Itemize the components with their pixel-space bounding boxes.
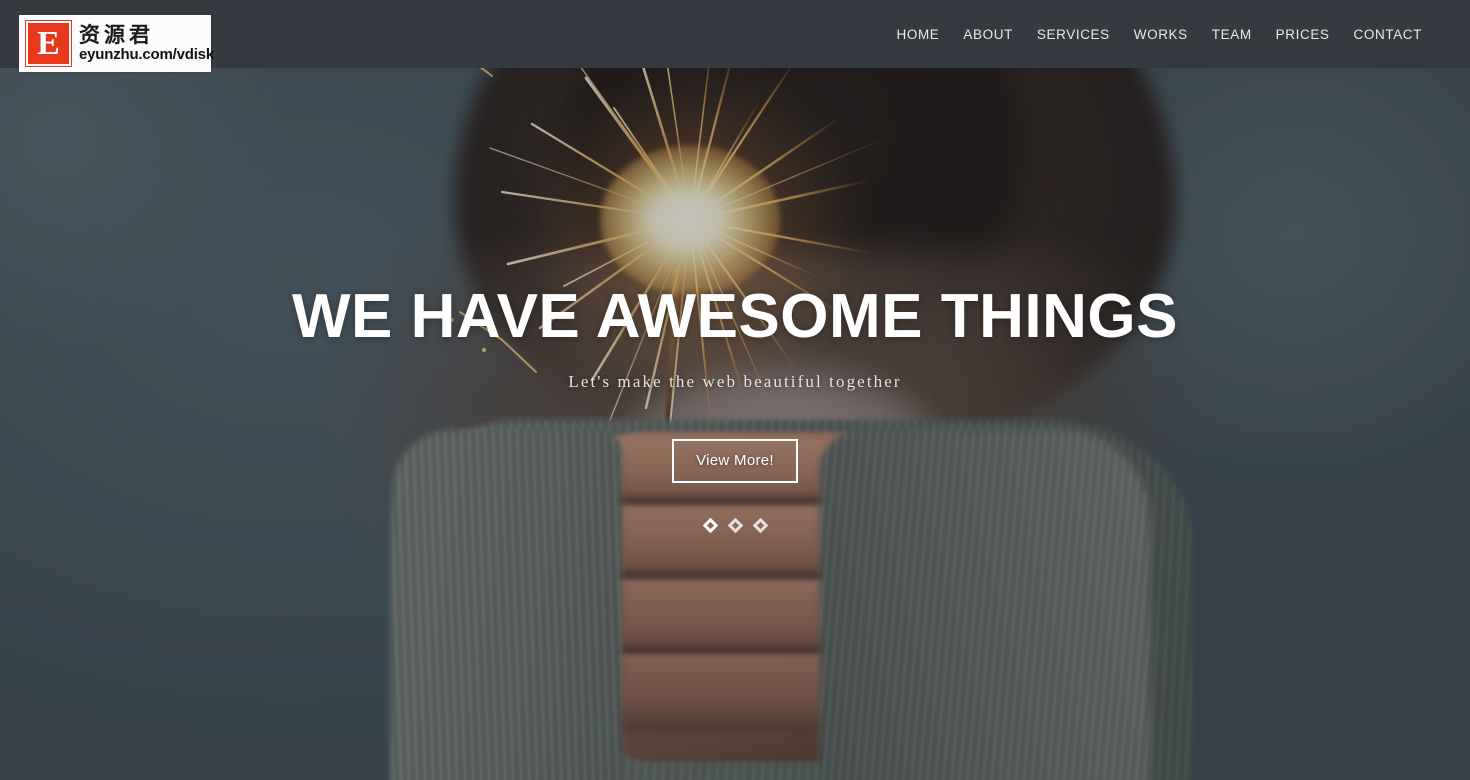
slider-dot-2[interactable] xyxy=(727,517,743,533)
main-navigation: HOME ABOUT SERVICES WORKS TEAM PRICES CO… xyxy=(885,19,1435,50)
hero-subtitle: Let's make the web beautiful together xyxy=(568,371,902,391)
nav-home[interactable]: HOME xyxy=(885,19,952,50)
nav-prices[interactable]: PRICES xyxy=(1264,19,1342,50)
nav-works[interactable]: WORKS xyxy=(1122,19,1200,50)
hero-content: WE HAVE AWESOME THINGS Let's make the we… xyxy=(0,0,1470,780)
slider-dot-3[interactable] xyxy=(752,517,768,533)
hero-section: WE HAVE AWESOME THINGS Let's make the we… xyxy=(0,0,1470,780)
nav-services[interactable]: SERVICES xyxy=(1025,19,1122,50)
slider-dots xyxy=(702,517,768,533)
watermark-logo-letter: E xyxy=(37,24,60,62)
slider-dot-1[interactable] xyxy=(702,517,718,533)
nav-contact[interactable]: CONTACT xyxy=(1342,19,1434,50)
watermark-chinese-text: 资源君 xyxy=(79,22,154,47)
page-title: WE HAVE AWESOME THINGS xyxy=(292,281,1178,351)
watermark-overlay: E 资源君 eyunzhu.com/vdisk xyxy=(19,15,214,72)
watermark-logo-icon: E xyxy=(25,20,72,67)
nav-team[interactable]: TEAM xyxy=(1200,19,1264,50)
site-header: UNIKA HOME ABOUT SERVICES WORKS TEAM PRI… xyxy=(0,0,1470,68)
watermark-url: eyunzhu.com/vdisk xyxy=(79,45,214,63)
view-more-button[interactable]: View More! xyxy=(672,438,798,483)
nav-about[interactable]: ABOUT xyxy=(951,19,1025,50)
watermark-text-group: 资源君 eyunzhu.com/vdisk xyxy=(79,24,214,64)
